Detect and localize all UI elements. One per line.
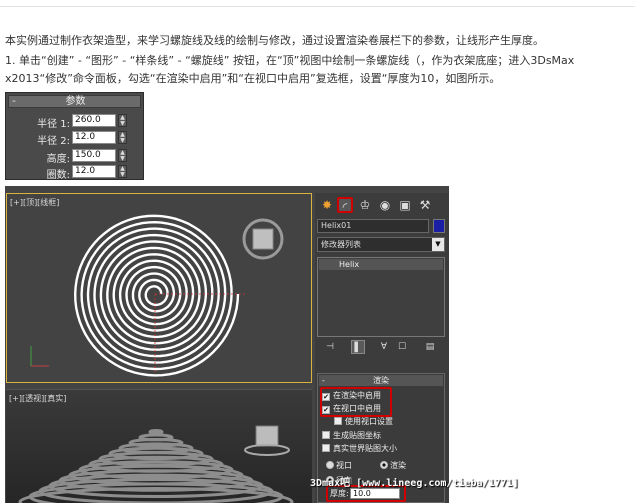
param-row-height: 高度: 150.0 ▲ ▼	[8, 149, 142, 165]
render-rollout-header[interactable]: - 渲染	[319, 375, 443, 386]
remove-modifier-icon[interactable]: ☐	[395, 340, 409, 354]
helix-wireframe	[30, 214, 284, 377]
params-title: 参数	[65, 96, 86, 107]
helix-coil	[148, 429, 164, 435]
chevron-down-icon[interactable]: ▼	[432, 238, 444, 251]
checkbox-label: 生成贴图坐标	[333, 431, 381, 440]
stack-tools: ⊣ ▌ ∀ ☐ ▤	[317, 339, 445, 355]
checkbox-icon[interactable]	[334, 417, 342, 425]
spinner-icon[interactable]: ▲ ▼	[118, 114, 127, 127]
modifier-list-dropdown[interactable]: 修改器列表 ▼	[317, 237, 445, 252]
helix-3d	[18, 425, 294, 503]
radio-label: 渲染	[390, 461, 406, 470]
modifier-stack: Helix	[317, 257, 445, 337]
radio-icon[interactable]	[326, 461, 334, 469]
utilities-tab-icon[interactable]: ⚒	[417, 197, 433, 213]
viewport-perspective[interactable]: [+][透视][真实]	[6, 389, 312, 503]
max-screenshot: [+][顶][线框] [+][透视][真实] ✸ ◜ ♔ ◉ ▣ ⚒ Helix…	[5, 186, 449, 503]
show-end-result-icon[interactable]: ▌	[351, 340, 365, 354]
spiral-path	[73, 214, 240, 377]
motion-tab-icon[interactable]: ◉	[377, 197, 393, 213]
object-color-swatch[interactable]	[433, 219, 445, 233]
param-label: 圈数:	[46, 170, 70, 181]
command-tabs: ✸ ◜ ♔ ◉ ▣ ⚒	[315, 195, 449, 215]
modify-tab-icon[interactable]: ◜	[337, 197, 353, 214]
article-paragraph-1: 本实例通过制作衣架造型，来学习螺旋线及线的绘制与修改，通过设置渲染卷展栏下的参数…	[5, 34, 544, 47]
create-tab-icon[interactable]: ✸	[319, 197, 335, 213]
radio-selected-icon[interactable]	[380, 461, 388, 469]
object-name-field[interactable]: Helix01	[317, 219, 429, 233]
param-label: 半径 2:	[37, 136, 70, 147]
use-viewport-settings-checkbox[interactable]: 使用视口设置	[334, 416, 393, 427]
configure-sets-icon[interactable]: ▤	[423, 340, 437, 354]
stack-item-helix[interactable]: Helix	[319, 259, 443, 270]
display-tab-icon[interactable]: ▣	[397, 197, 413, 213]
gen-mapping-checkbox[interactable]: 生成贴图坐标	[322, 430, 381, 441]
param-row-radius1: 半径 1: 260.0 ▲ ▼	[8, 114, 142, 130]
article-paragraph-3: x2013“修改”命令面板，勾选“在渲染中启用”和“在视口中启用”复选框，设置“…	[5, 72, 501, 85]
viewport-radio[interactable]: 视口	[326, 460, 352, 471]
viewcube-icon[interactable]	[255, 425, 279, 447]
checkbox-icon[interactable]	[322, 444, 330, 452]
turns-field[interactable]: 12.0	[72, 165, 116, 178]
height-field[interactable]: 150.0	[72, 149, 116, 162]
spinner-icon[interactable]: ▲ ▼	[118, 131, 127, 144]
param-row-radius2: 半径 2: 12.0 ▲ ▼	[8, 131, 142, 147]
viewport-top[interactable]: [+][顶][线框]	[6, 193, 312, 383]
helix-3d-shape	[18, 429, 294, 503]
watermark: 3Dmax吧 [www.lineeg.com/tieba/1771]	[310, 478, 519, 489]
make-unique-icon[interactable]: ∀	[377, 340, 391, 354]
highlight-frame	[320, 387, 392, 417]
hierarchy-tab-icon[interactable]: ♔	[357, 197, 373, 213]
param-row-turns: 圈数: 12.0 ▲ ▼	[8, 165, 142, 181]
radius1-field[interactable]: 260.0	[72, 114, 116, 127]
checkbox-icon[interactable]	[322, 431, 330, 439]
checkbox-label: 使用视口设置	[345, 417, 393, 426]
checkbox-label: 真实世界贴图大小	[333, 444, 397, 453]
param-label: 半径 1:	[37, 119, 70, 130]
params-panel: - 参数 半径 1: 260.0 ▲ ▼ 半径 2: 12.0 ▲ ▼ 高度: 15…	[5, 92, 144, 181]
command-panel: ✸ ◜ ♔ ◉ ▣ ⚒ Helix01 修改器列表 ▼ Helix ⊣ ▌ ∀ …	[315, 193, 449, 503]
params-header[interactable]: - 参数	[8, 94, 141, 108]
radius2-field[interactable]: 12.0	[72, 131, 116, 144]
render-radio[interactable]: 渲染	[380, 460, 406, 471]
article-paragraph-2: 1. 单击“创建” - “图形” - “样条线” - “螺旋线” 按钮，在“顶”…	[5, 54, 575, 67]
collapse-icon[interactable]: -	[322, 375, 325, 386]
top-divider	[0, 6, 635, 7]
param-label: 高度:	[46, 154, 70, 165]
render-rollout-title: 渲染	[373, 376, 389, 385]
real-world-size-checkbox[interactable]: 真实世界贴图大小	[322, 443, 397, 454]
spiral-shape	[73, 214, 240, 377]
viewcube-icon[interactable]	[252, 228, 274, 250]
pin-stack-icon[interactable]: ⊣	[323, 340, 337, 354]
spinner-icon[interactable]: ▲ ▼	[118, 165, 127, 178]
spinner-icon[interactable]: ▲ ▼	[118, 149, 127, 162]
modifier-list-label: 修改器列表	[321, 240, 361, 249]
radio-label: 视口	[336, 461, 352, 470]
